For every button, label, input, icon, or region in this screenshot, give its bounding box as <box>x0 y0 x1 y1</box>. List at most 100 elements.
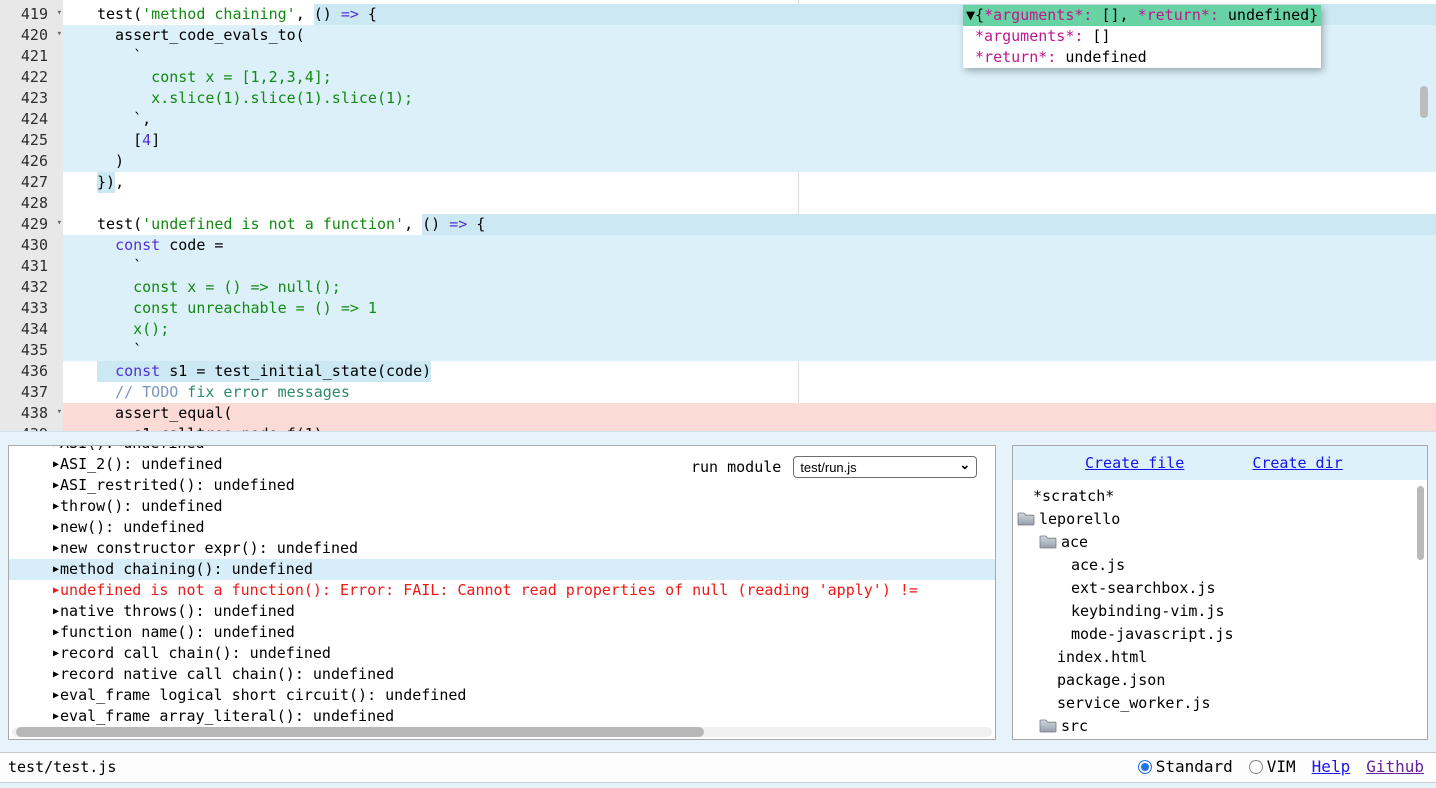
standard-radio-label: Standard <box>1156 757 1233 776</box>
result-row[interactable]: ▶new(): undefined <box>9 517 995 538</box>
expand-triangle-icon[interactable]: ▶ <box>53 706 59 727</box>
code-line[interactable]: 433 const unreachable = () => 1 <box>0 298 1436 319</box>
result-row[interactable]: ▶method chaining(): undefined <box>9 559 995 580</box>
run-module-label: run module <box>691 458 781 476</box>
result-row[interactable]: ▶undefined is not a function(): Error: F… <box>9 580 995 601</box>
run-module-control: run module test/run.js ⌄ <box>691 456 977 478</box>
code-line[interactable]: 439 s1.calltree_node.f(1) <box>0 424 1436 432</box>
expand-triangle-icon[interactable]: ▶ <box>53 622 59 643</box>
fold-arrow-icon[interactable]: ▾ <box>57 218 62 228</box>
tooltip-row[interactable]: *arguments*: [] <box>963 26 1321 47</box>
result-row[interactable]: ▶ASI(): undefined <box>9 445 995 454</box>
test-results-panel: ▶ASI(): undefined▶ASI_2(): undefined▶ASI… <box>8 445 996 740</box>
gutter-cell: 436 <box>0 361 63 382</box>
result-row[interactable]: ▶ASI_restrited(): undefined <box>9 475 995 496</box>
gutter-cell: 423 <box>0 88 63 109</box>
tooltip-summary-row[interactable]: ▼{*arguments*: [], *return*: undefined} <box>963 5 1321 26</box>
editor-vertical-scrollbar[interactable] <box>1420 86 1428 118</box>
code-line[interactable]: 426 ) <box>0 151 1436 172</box>
tree-row[interactable]: index.html <box>1013 645 1427 668</box>
code-line[interactable]: 432 const x = () => null(); <box>0 277 1436 298</box>
tree-row[interactable]: keybinding-vim.js <box>1013 599 1427 622</box>
code-line[interactable]: 429▾test('undefined is not a function', … <box>0 214 1436 235</box>
code-line[interactable]: 422 const x = [1,2,3,4]; <box>0 67 1436 88</box>
fold-arrow-icon[interactable]: ▾ <box>57 407 62 417</box>
code-line[interactable]: 430 const code = <box>0 235 1436 256</box>
create-dir-link[interactable]: Create dir <box>1252 454 1342 472</box>
tooltip-row[interactable]: *return*: undefined <box>963 47 1321 68</box>
gutter-cell: 424 <box>0 109 63 130</box>
keybinding-standard-radio[interactable]: Standard <box>1138 757 1233 776</box>
tree-row[interactable]: service_worker.js <box>1013 691 1427 714</box>
code-line[interactable]: 431 ` <box>0 256 1436 277</box>
create-file-link[interactable]: Create file <box>1085 454 1184 472</box>
code-lines: 419▾test('method chaining', () => {420▾ … <box>0 4 1436 432</box>
code-line[interactable]: 434 x(); <box>0 319 1436 340</box>
keybinding-vim-radio[interactable]: VIM <box>1249 757 1296 776</box>
expand-triangle-icon[interactable]: ▶ <box>53 664 59 685</box>
tree-row[interactable]: package.json <box>1013 668 1427 691</box>
expand-triangle-icon[interactable]: ▶ <box>53 559 59 580</box>
code-line[interactable]: 425 [4] <box>0 130 1436 151</box>
code-line[interactable]: 427}), <box>0 172 1436 193</box>
code-line[interactable]: 435 ` <box>0 340 1436 361</box>
tree-row[interactable]: ace.js <box>1013 553 1427 576</box>
expand-triangle-icon[interactable]: ▶ <box>53 445 59 454</box>
gutter-cell: 426 <box>0 151 63 172</box>
gutter-cell: 431 <box>0 256 63 277</box>
result-row[interactable]: ▶eval_frame array_literal(): undefined <box>9 706 995 727</box>
radio-selected-icon[interactable] <box>1138 760 1152 774</box>
result-row[interactable]: ▶native throws(): undefined <box>9 601 995 622</box>
expand-triangle-icon[interactable]: ▶ <box>53 643 59 664</box>
expand-triangle-icon[interactable]: ▶ <box>53 454 59 475</box>
fold-arrow-icon[interactable]: ▾ <box>57 29 62 39</box>
radio-unselected-icon[interactable] <box>1249 760 1263 774</box>
code-line[interactable]: 437 // TODO fix error messages <box>0 382 1436 403</box>
expand-triangle-icon[interactable]: ▶ <box>53 580 59 601</box>
tree-row[interactable]: ace <box>1013 530 1427 553</box>
results-horizontal-scrollbar[interactable] <box>12 727 992 737</box>
files-vertical-scrollbar[interactable] <box>1417 486 1424 560</box>
tree-row[interactable]: leporello <box>1013 507 1427 530</box>
expand-triangle-icon[interactable]: ▶ <box>53 496 59 517</box>
gutter-cell: 434 <box>0 319 63 340</box>
result-row[interactable]: ▶throw(): undefined <box>9 496 995 517</box>
result-row[interactable]: ▶record native call chain(): undefined <box>9 664 995 685</box>
code-line[interactable]: 424 `, <box>0 109 1436 130</box>
help-link[interactable]: Help <box>1312 757 1351 776</box>
result-row[interactable]: ▶record call chain(): undefined <box>9 643 995 664</box>
code-line[interactable]: 423 x.slice(1).slice(1).slice(1); <box>0 88 1436 109</box>
folder-icon <box>1039 535 1057 549</box>
run-module-select[interactable]: test/run.js ⌄ <box>793 456 977 478</box>
code-line[interactable]: 428 <box>0 193 1436 214</box>
tree-row[interactable]: *scratch* <box>1013 484 1427 507</box>
result-row[interactable]: ▶eval_frame logical short circuit(): und… <box>9 685 995 706</box>
file-tree-panel: Create file Create dir *scratch*leporell… <box>1012 445 1428 740</box>
gutter-cell: 425 <box>0 130 63 151</box>
expand-triangle-icon[interactable]: ▶ <box>53 517 59 538</box>
scrollbar-thumb[interactable] <box>16 727 704 737</box>
gutter-cell: 422 <box>0 67 63 88</box>
gutter-cell: 419▾ <box>0 4 63 25</box>
gutter-cell: 439 <box>0 424 63 432</box>
tree-row[interactable]: mode-javascript.js <box>1013 622 1427 645</box>
run-module-value: test/run.js <box>800 460 856 475</box>
leporello-app: 419▾test('method chaining', () => {420▾ … <box>0 0 1436 788</box>
code-editor[interactable]: 419▾test('method chaining', () => {420▾ … <box>0 0 1436 432</box>
code-line[interactable]: 436 const s1 = test_initial_state(code) <box>0 361 1436 382</box>
vim-radio-label: VIM <box>1267 757 1296 776</box>
test-results-list: ▶ASI(): undefined▶ASI_2(): undefined▶ASI… <box>9 446 995 727</box>
github-link[interactable]: Github <box>1366 757 1424 776</box>
fold-arrow-icon[interactable]: ▾ <box>57 8 62 18</box>
result-row[interactable]: ▶new constructor expr(): undefined <box>9 538 995 559</box>
code-line[interactable]: 438▾ assert_equal( <box>0 403 1436 424</box>
expand-triangle-icon[interactable]: ▶ <box>53 685 59 706</box>
tree-row[interactable]: src <box>1013 714 1427 737</box>
eval-result-tooltip[interactable]: ▼{*arguments*: [], *return*: undefined} … <box>963 5 1321 68</box>
result-row[interactable]: ▶function name(): undefined <box>9 622 995 643</box>
expand-triangle-icon[interactable]: ▶ <box>53 601 59 622</box>
expand-triangle-icon[interactable]: ▶ <box>53 538 59 559</box>
tree-row[interactable]: ext-searchbox.js <box>1013 576 1427 599</box>
tree-row[interactable]: ast_utils.js <box>1013 737 1427 739</box>
expand-triangle-icon[interactable]: ▶ <box>53 475 59 496</box>
